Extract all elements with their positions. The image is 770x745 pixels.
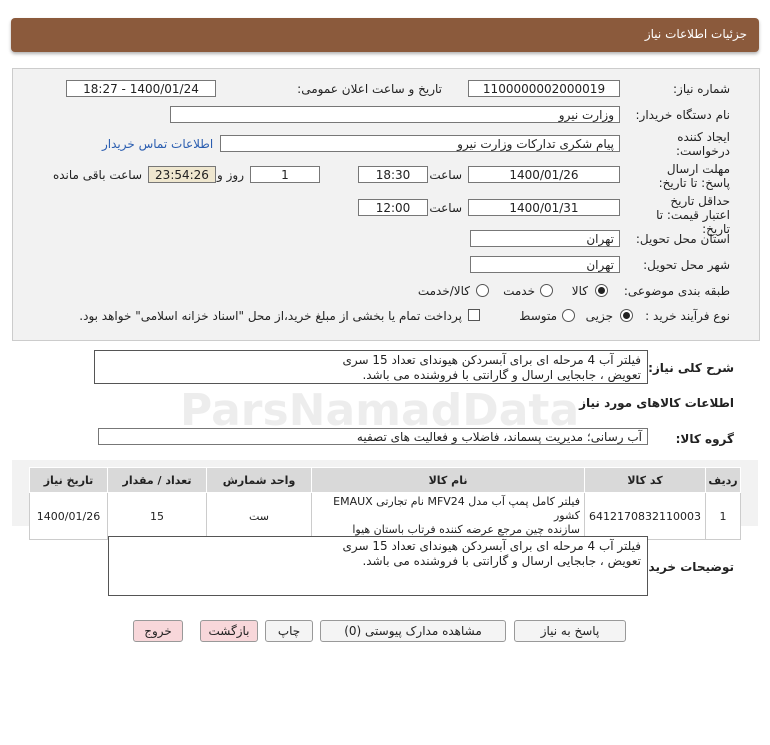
city-field: تهران	[470, 256, 620, 273]
need-number-field: 1100000002000019	[468, 80, 620, 97]
cell-name-line-1: فیلتر کامل پمپ آب مدل MFV24 نام تجارتی E…	[333, 495, 581, 522]
buyer-notes-textarea: فیلتر آب 4 مرحله ای برای آبسردکن هیوندای…	[108, 536, 648, 596]
buyer-org-label: نام دستگاه خریدار:	[635, 108, 731, 122]
remaining-time-field: 23:54:26	[148, 166, 216, 183]
category-both-label: کالا/خدمت	[417, 284, 470, 298]
province-field: تهران	[470, 230, 620, 247]
creator-field: پیام شکری تدارکات وزارت نیرو	[220, 135, 620, 152]
buyer-org-field: وزارت نیرو	[170, 106, 620, 123]
print-button[interactable]: چاپ	[265, 620, 313, 642]
cell-date: 1400/01/26	[28, 492, 109, 540]
items-table: ردیف کد کالا نام کالا واحد شمارش تعداد /…	[28, 467, 741, 540]
table-row: 1 6412170832110003 فیلتر کامل پمپ آب مدل…	[28, 492, 741, 540]
reply-date-field: 1400/01/26	[468, 166, 620, 183]
summary-label: شرح کلی نیاز:	[648, 361, 734, 375]
process-partial-radio[interactable]	[620, 309, 633, 322]
days-label: روز و	[217, 168, 244, 182]
process-medium-label: متوسط	[519, 309, 557, 323]
process-label: نوع فرآیند خرید :	[645, 309, 730, 323]
payment-note: پرداخت تمام یا بخشی از مبلغ خرید،از محل …	[79, 309, 462, 323]
category-label: طبقه بندی موضوعی:	[623, 284, 730, 298]
page-title: جزئیات اطلاعات نیاز	[644, 27, 747, 41]
buyer-notes-line-2: تعویض ، جابجایی ارسال و گارانتی با فروشن…	[362, 554, 641, 568]
page-header: جزئیات اطلاعات نیاز	[11, 18, 759, 52]
category-both-radio[interactable]	[476, 284, 489, 297]
cell-qty: 15	[107, 492, 208, 540]
buyer-contact-link[interactable]: اطلاعات تماس خریدار	[102, 137, 213, 151]
validity-time-label: ساعت	[429, 201, 462, 215]
buyer-notes-line-1: فیلتر آب 4 مرحله ای برای آبسردکن هیوندای…	[342, 539, 641, 553]
cell-name: فیلتر کامل پمپ آب مدل MFV24 نام تجارتی E…	[311, 492, 586, 540]
col-unit: واحد شمارش	[206, 467, 313, 493]
category-goods-label: کالا	[571, 284, 588, 298]
validity-date-field: 1400/01/31	[468, 199, 620, 216]
cell-row: 1	[705, 492, 741, 540]
days-field: 1	[250, 166, 320, 183]
exit-button[interactable]: خروج	[133, 620, 183, 642]
category-service-label: خدمت	[503, 284, 535, 298]
cell-unit: ست	[206, 492, 313, 540]
creator-label: ایجاد کننده درخواست:	[676, 130, 730, 158]
announce-field: 1400/01/24 - 18:27	[66, 80, 216, 97]
process-medium-radio[interactable]	[562, 309, 575, 322]
reply-deadline-label: مهلت ارسال پاسخ: تا تاریخ:	[658, 162, 730, 190]
cell-code: 6412170832110003	[584, 492, 706, 540]
category-goods-radio[interactable]	[595, 284, 608, 297]
province-label: استان محل تحویل:	[635, 232, 730, 246]
summary-textarea: فیلتر آب 4 مرحله ای برای آبسردکن هیوندای…	[94, 350, 648, 384]
process-partial-label: جزیی	[585, 309, 613, 323]
view-docs-button[interactable]: مشاهده مدارک پیوستی (0)	[320, 620, 506, 642]
need-number-label: شماره نیاز:	[673, 82, 730, 96]
summary-line-2: تعویض ، جابجایی ارسال و گارانتی با فروشن…	[362, 368, 641, 382]
validity-label: حداقل تاریخ اعتبار قیمت: تا تاریخ:	[656, 194, 730, 236]
payment-checkbox[interactable]	[468, 309, 480, 321]
category-service-radio[interactable]	[540, 284, 553, 297]
back-button[interactable]: بازگشت	[200, 620, 258, 642]
col-qty: تعداد / مقدار	[107, 467, 208, 493]
reply-time-field: 18:30	[358, 166, 428, 183]
summary-line-1: فیلتر آب 4 مرحله ای برای آبسردکن هیوندای…	[342, 353, 641, 367]
goods-section-title: اطلاعات کالاهای مورد نیاز	[579, 396, 734, 410]
col-code: کد کالا	[584, 467, 706, 493]
cell-name-line-2: سازنده چین مرجع عرضه کننده فرتاب باستان …	[352, 523, 581, 536]
remaining-label: ساعت باقی مانده	[52, 168, 142, 182]
goods-group-field: آب رسانی؛ مدیریت پسماند، فاضلاب و فعالیت…	[98, 428, 648, 445]
col-name: نام کالا	[311, 467, 586, 493]
validity-time-field: 12:00	[358, 199, 428, 216]
col-date: تاریخ نیاز	[28, 467, 109, 493]
city-label: شهر محل تحویل:	[643, 258, 730, 272]
goods-group-label: گروه کالا:	[675, 432, 734, 446]
reply-button[interactable]: پاسخ به نیاز	[514, 620, 626, 642]
col-row: ردیف	[705, 467, 741, 493]
announce-label: تاریخ و ساعت اعلان عمومی:	[297, 82, 442, 96]
reply-time-label: ساعت	[429, 168, 462, 182]
